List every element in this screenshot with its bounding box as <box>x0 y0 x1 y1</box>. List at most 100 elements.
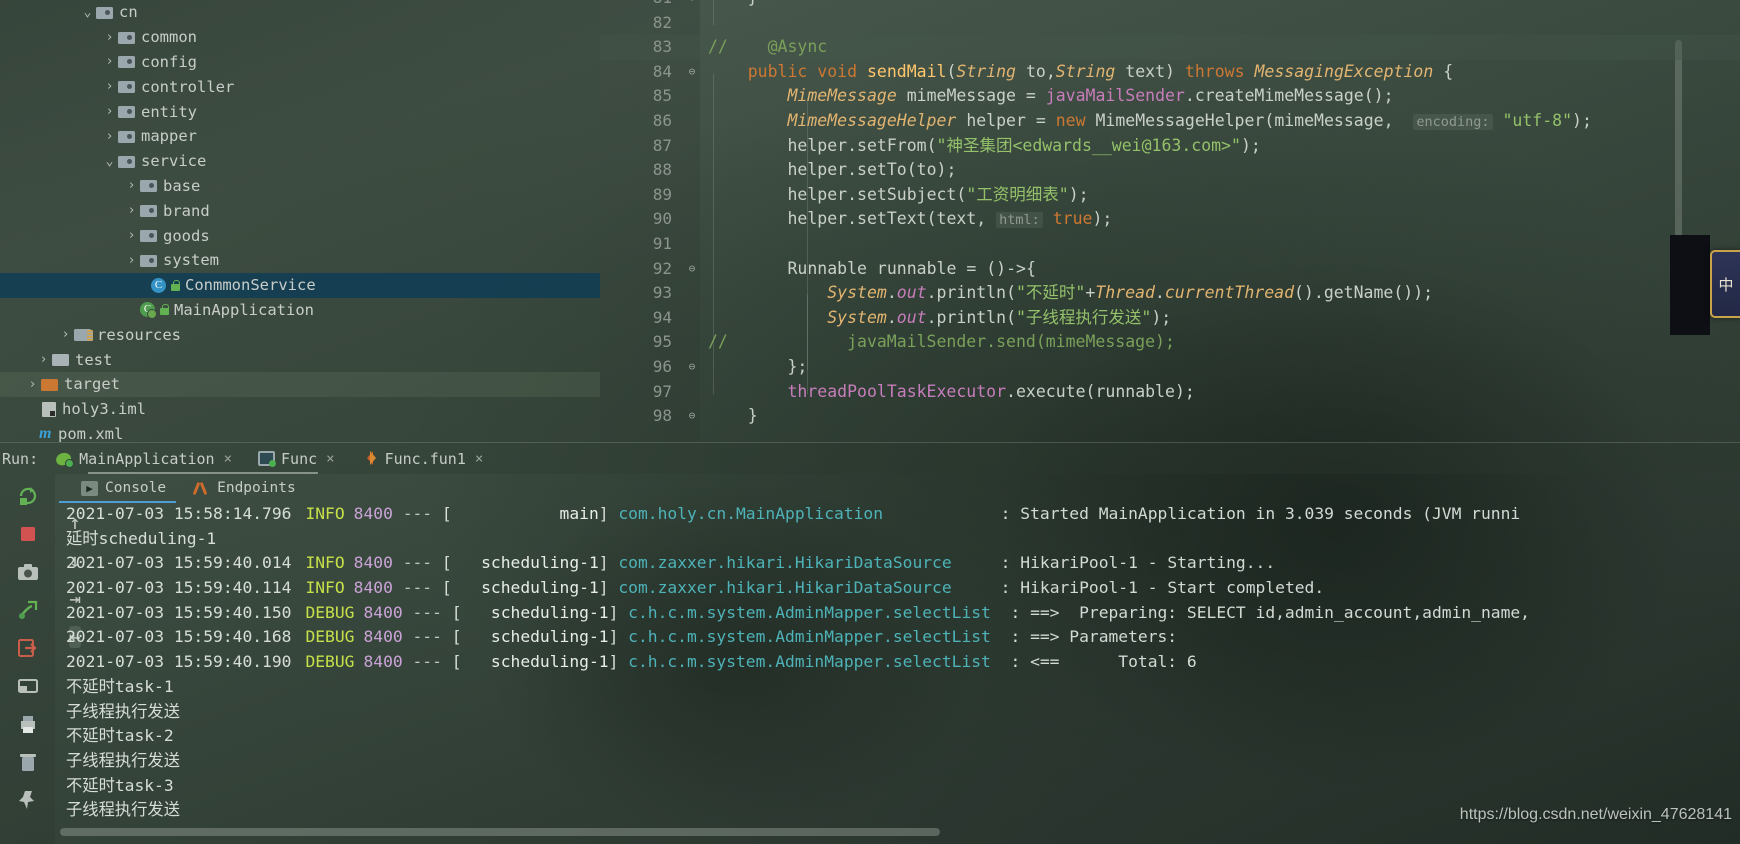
chevron-down-icon[interactable]: ⌄ <box>103 154 116 169</box>
tree-item-target[interactable]: › target <box>0 371 600 397</box>
chevron-right-icon[interactable]: › <box>103 54 116 69</box>
code-text: } <box>708 0 758 11</box>
folder-icon <box>118 105 135 119</box>
trash-icon[interactable] <box>16 750 40 774</box>
close-icon[interactable]: × <box>326 451 334 467</box>
iml-file-icon <box>42 401 56 417</box>
log-bracket-close: ] <box>598 504 619 523</box>
rerun-icon[interactable] <box>16 484 40 508</box>
line-number: 92 <box>652 258 672 278</box>
log-bracket-close: ] <box>608 602 629 622</box>
chevron-right-icon[interactable]: › <box>37 352 50 367</box>
chevron-right-icon[interactable]: › <box>59 327 72 342</box>
run-tab-func[interactable]: Func × <box>258 450 335 468</box>
ime-floating-widget[interactable]: 中 <box>1710 250 1740 318</box>
lock-icon <box>160 304 169 316</box>
chevron-right-icon[interactable]: › <box>103 79 116 94</box>
tree-item-cn[interactable]: ⌄ cn <box>0 0 600 25</box>
log-logger: c.h.c.m.system.AdminMapper.selectList <box>628 627 1001 647</box>
code-line-82[interactable]: 82 <box>600 11 1740 36</box>
line-number: 81 <box>600 0 672 11</box>
chevron-right-icon[interactable]: › <box>103 129 116 144</box>
code-line-86[interactable]: 86 MimeMessageHelper helper = new MimeMe… <box>600 109 1740 134</box>
log-timestamp: 2021-07-03 15:59:40.150 <box>66 602 292 622</box>
tree-item-resources[interactable]: › resources <box>0 322 600 347</box>
stop-icon[interactable] <box>16 522 40 546</box>
code-line-84[interactable]: 84 ⊖ public void sendMail(String to,Strin… <box>600 60 1740 85</box>
log-message: ==> Preparing: SELECT id,admin_account,a… <box>1030 602 1530 622</box>
line-number: 88 <box>652 160 672 180</box>
tree-item-base[interactable]: › base <box>0 174 600 199</box>
log-bracket-close: ] <box>598 553 619 573</box>
tree-item-config[interactable]: › config <box>0 50 600 75</box>
console-output[interactable]: 2021-07-03 15:58:14.796 INFO 8400 --- [ ma… <box>55 502 1740 832</box>
tree-item-pom-xml[interactable]: m pom.xml <box>0 422 600 442</box>
tab-console[interactable]: ▶ Console <box>58 480 177 503</box>
line-number: 95 <box>652 332 672 352</box>
chevron-right-icon[interactable]: › <box>125 203 138 218</box>
log-pid: 8400 <box>353 504 393 523</box>
log-thread: scheduling-1 <box>461 627 609 647</box>
fold-marker[interactable]: ⊖ <box>686 0 698 11</box>
close-icon[interactable]: × <box>224 451 232 467</box>
chevron-right-icon[interactable]: › <box>125 228 138 243</box>
close-icon[interactable]: × <box>475 451 483 467</box>
tree-item-entity[interactable]: › entity <box>0 99 600 124</box>
log-logger: c.h.c.m.system.AdminMapper.selectList <box>628 652 1001 672</box>
code-line-90[interactable]: 90 helper.setText(text, html: true); <box>600 207 1740 232</box>
code-line-89[interactable]: 89 helper.setSubject("工资明细表"); <box>600 183 1740 208</box>
run-tab-mainapplication[interactable]: MainApplication × <box>56 450 232 468</box>
code-line-81[interactable]: 81 ⊖ } <box>600 0 1740 11</box>
tree-item-mapper[interactable]: › mapper <box>0 124 600 149</box>
code-line-95[interactable]: 95 // javaMailSender.send(mimeMessage); <box>600 330 1740 355</box>
spring-boot-icon <box>56 451 75 468</box>
tree-item-conmmonservice[interactable]: C ConmmonService <box>0 272 600 298</box>
fold-marker[interactable]: ⊖ <box>686 257 698 282</box>
tree-item-test[interactable]: › test <box>0 347 600 372</box>
top-area: ⌄ cn › common › config › controller › entity › mapp… <box>0 0 1740 442</box>
code-line-94[interactable]: 94 System.out.println("子线程执行发送"); <box>600 306 1740 331</box>
code-line-98[interactable]: 98 ⊖ } <box>600 404 1740 429</box>
tab-endpoints[interactable]: Endpoints <box>192 480 296 496</box>
code-line-87[interactable]: 87 helper.setFrom("神圣集团<edwards__wei@163… <box>600 134 1740 159</box>
code-line-93[interactable]: 93 System.out.println("不延时"+Thread.curre… <box>600 281 1740 306</box>
code-line-96[interactable]: 96 ⊖ }; <box>600 355 1740 380</box>
tree-item-controller[interactable]: › controller <box>0 74 600 99</box>
print-icon[interactable] <box>16 712 40 736</box>
log-logger: com.holy.cn.MainApplication <box>618 504 991 523</box>
code-line-91[interactable]: 91 <box>600 232 1740 257</box>
pin-icon[interactable] <box>16 788 40 812</box>
code-line-83[interactable]: 83 // @Async <box>600 35 1740 60</box>
run-tab-func-fun1[interactable]: Func.fun1 × <box>361 450 483 468</box>
tree-item-common[interactable]: › common <box>0 25 600 50</box>
chevron-right-icon[interactable]: › <box>125 253 138 268</box>
fold-marker[interactable]: ⊖ <box>686 60 698 85</box>
code-editor[interactable]: 81 ⊖ } 82 83 // @Async 84 ⊖ public void sendMa… <box>600 0 1740 442</box>
tree-item-goods[interactable]: › goods <box>0 223 600 248</box>
console-horizontal-scrollbar[interactable] <box>60 828 940 836</box>
code-text: helper.setSubject("工资明细表"); <box>787 184 1089 204</box>
export-icon[interactable] <box>16 636 40 660</box>
code-line-85[interactable]: 85 MimeMessage mimeMessage = javaMailSen… <box>600 84 1740 109</box>
layout-icon[interactable] <box>16 674 40 698</box>
code-line-97[interactable]: 97 threadPoolTaskExecutor.execute(runnab… <box>600 380 1740 405</box>
project-tree[interactable]: ⌄ cn › common › config › controller › entity › mapp… <box>0 0 600 442</box>
tree-item-service[interactable]: ⌄ service <box>0 149 600 174</box>
fold-marker[interactable]: ⊖ <box>686 355 698 380</box>
tree-item-holy3-iml[interactable]: holy3.iml <box>0 397 600 422</box>
log-bracket-open: [ <box>441 553 452 573</box>
code-line-88[interactable]: 88 helper.setTo(to); <box>600 158 1740 183</box>
chevron-right-icon[interactable]: › <box>125 178 138 193</box>
tree-item-system[interactable]: › system <box>0 248 600 273</box>
code-text: } <box>747 406 758 426</box>
fold-marker[interactable]: ⊖ <box>686 404 698 429</box>
chevron-right-icon[interactable]: › <box>103 104 116 119</box>
tree-item-brand[interactable]: › brand <box>0 198 600 223</box>
code-line-92[interactable]: 92 ⊖ Runnable runnable = ()->{ <box>600 257 1740 282</box>
thread-dump-icon[interactable] <box>16 598 40 622</box>
chevron-right-icon[interactable]: › <box>26 377 39 392</box>
chevron-down-icon[interactable]: ⌄ <box>81 5 94 20</box>
camera-icon[interactable] <box>16 560 40 584</box>
chevron-right-icon[interactable]: › <box>103 30 116 45</box>
tree-item-mainapplication[interactable]: C MainApplication <box>0 298 600 323</box>
